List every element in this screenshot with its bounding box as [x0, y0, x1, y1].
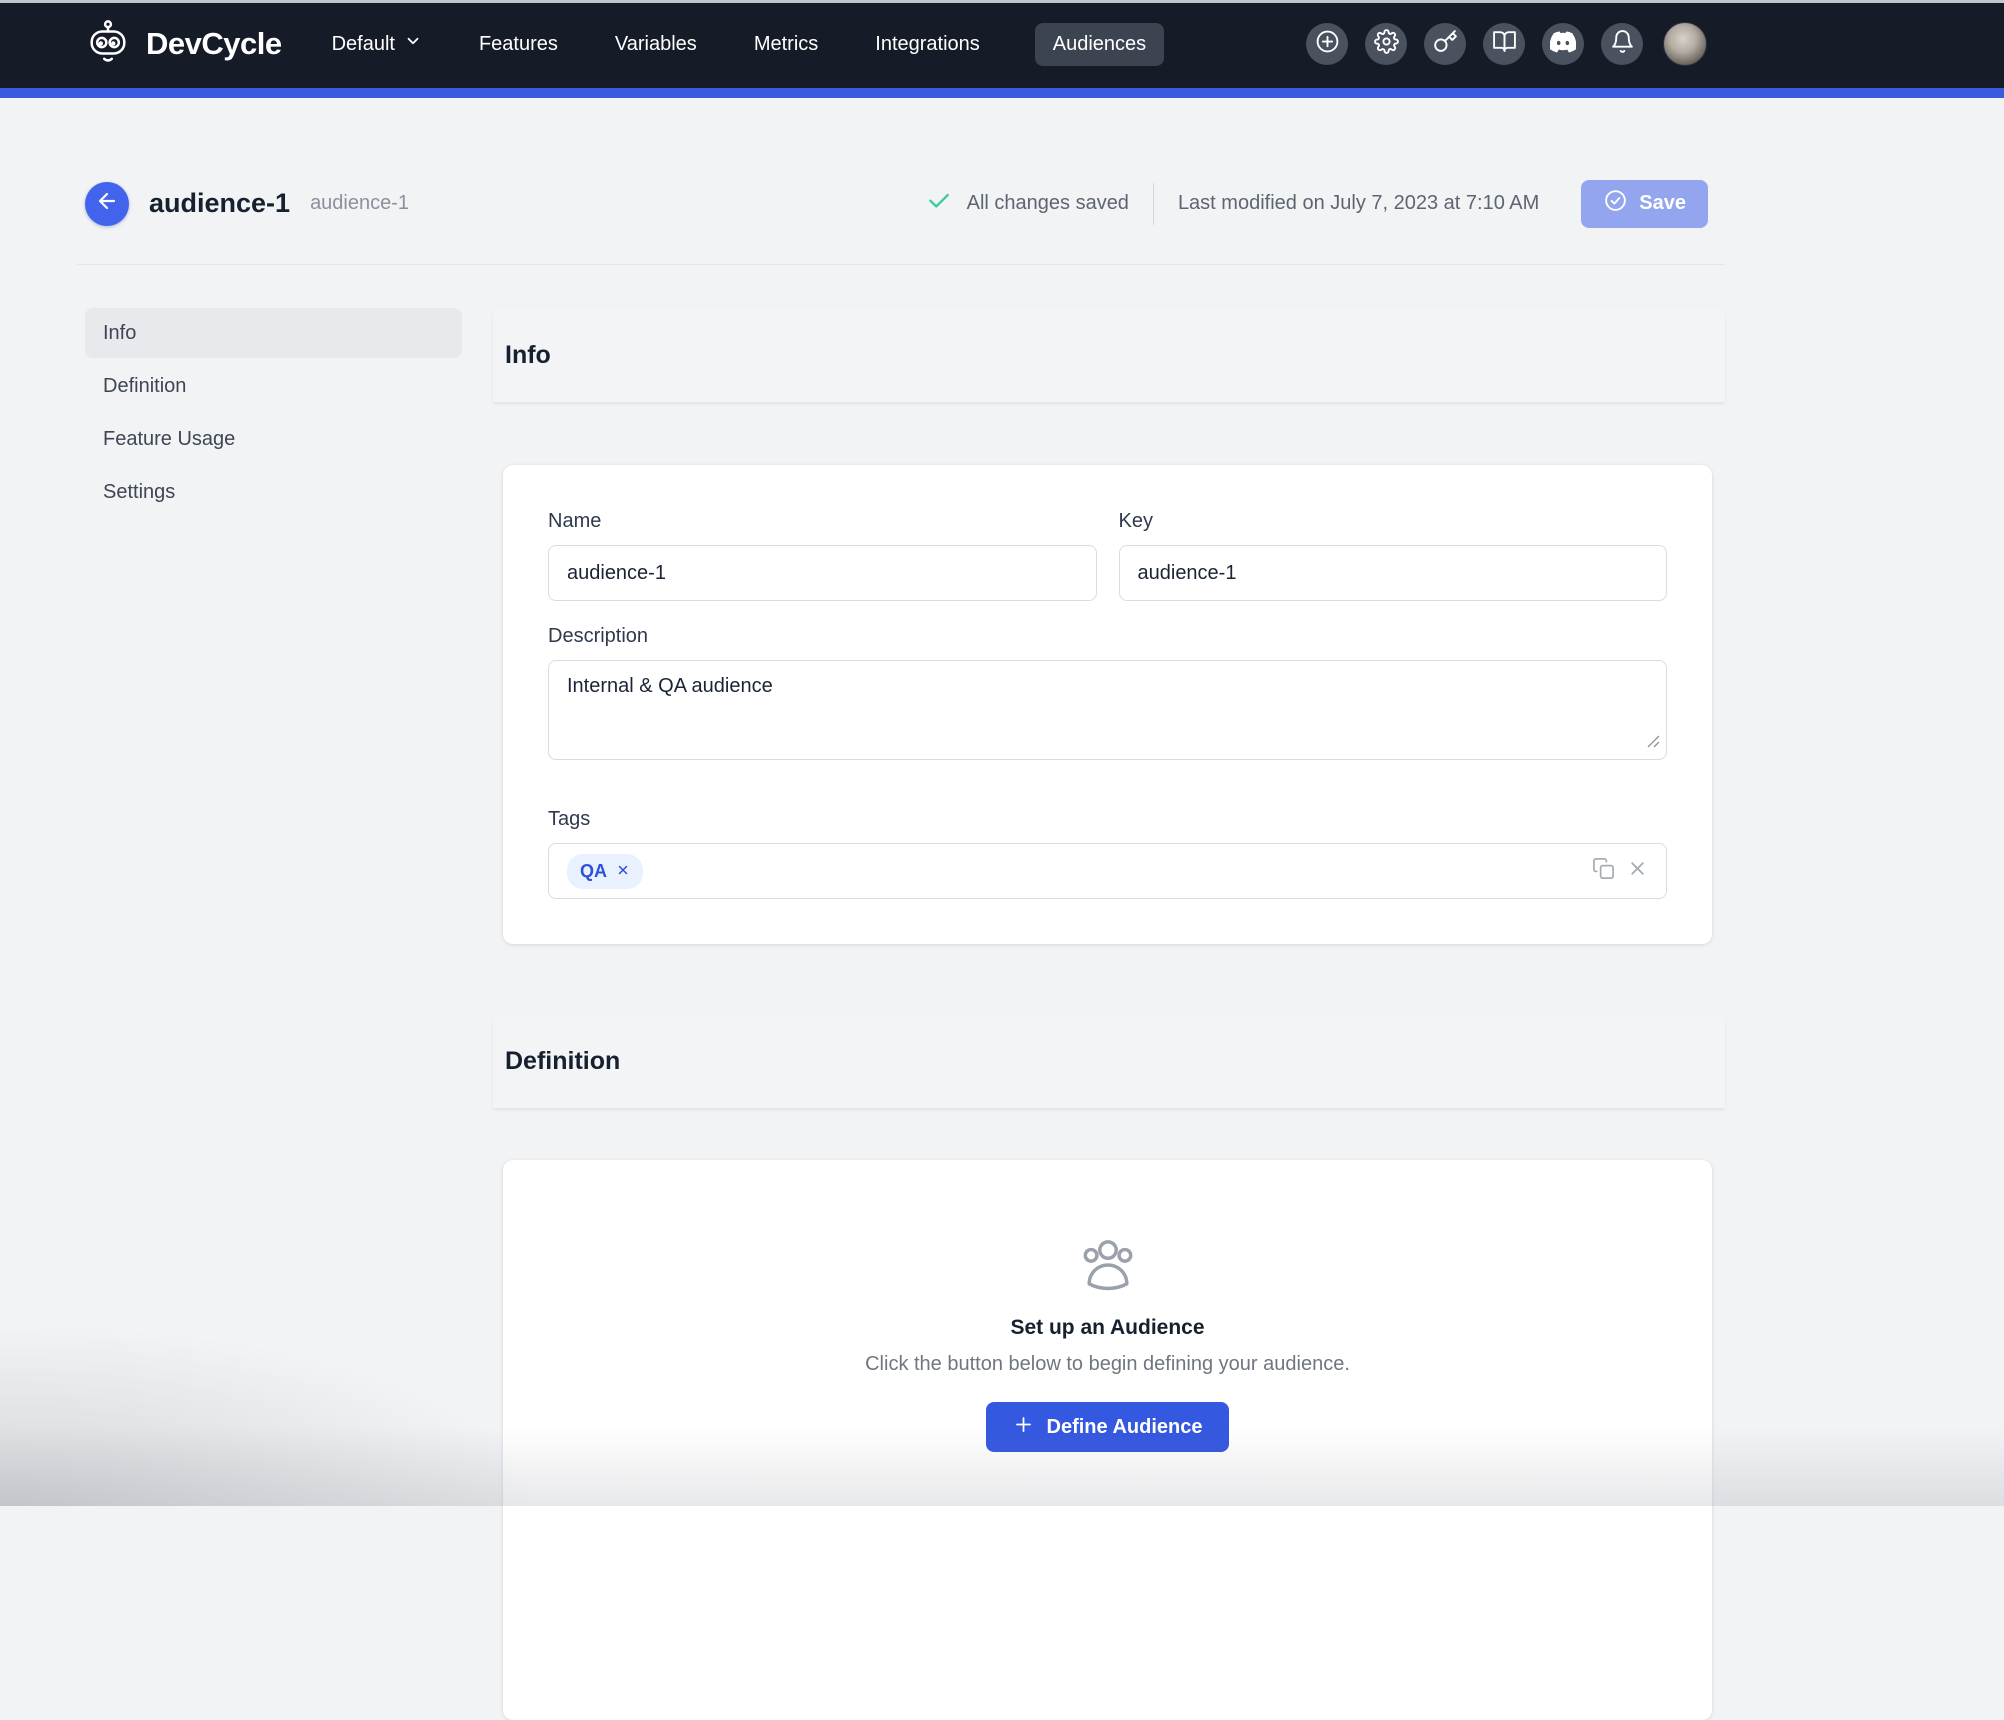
gear-icon	[1373, 29, 1399, 59]
definition-section-header: Definition	[493, 1014, 1725, 1108]
nav-item-integrations[interactable]: Integrations	[875, 33, 980, 56]
info-section-title: Info	[505, 340, 551, 369]
check-circle-icon	[1603, 188, 1628, 219]
nav-items: Default Features Variables Metrics Integ…	[332, 22, 1165, 66]
plus-circle-icon	[1315, 29, 1340, 59]
page-subtitle-key: audience-1	[310, 192, 410, 214]
info-card: Name Key Description Internal & QA audie…	[503, 465, 1712, 944]
discord-button[interactable]	[1542, 23, 1584, 65]
header-actions: All changes saved Last modified on July …	[926, 179, 1725, 228]
copy-icon[interactable]	[1592, 857, 1615, 885]
book-open-icon	[1492, 29, 1517, 59]
bottom-corner-shadow	[0, 1316, 560, 1506]
tags-field-group: Tags QA	[548, 808, 1667, 899]
main-content: Info Name Key Description Internal & QA …	[493, 308, 1725, 1720]
page-title: audience-1	[149, 188, 291, 218]
key-label: Key	[1118, 510, 1153, 532]
key-icon	[1433, 29, 1458, 59]
tags-input[interactable]: QA	[548, 843, 1667, 899]
page-header: audience-1 audience-1 All changes saved …	[77, 143, 1725, 265]
nav-item-project-selector[interactable]: Default	[332, 32, 422, 56]
clear-tags-icon[interactable]	[1627, 858, 1648, 884]
arrow-left-icon	[95, 189, 119, 218]
name-label: Name	[548, 510, 602, 532]
settings-button[interactable]	[1365, 23, 1407, 65]
nav-icon-group	[1306, 22, 1707, 66]
description-field-group: Description Internal & QA audience	[548, 625, 1667, 760]
info-section: Info Name Key Description Internal & QA …	[493, 308, 1725, 944]
discord-icon	[1549, 29, 1577, 60]
name-field-group: Name	[548, 510, 1097, 601]
definition-section-title: Definition	[505, 1046, 621, 1075]
api-keys-button[interactable]	[1424, 23, 1466, 65]
check-icon	[926, 188, 952, 220]
tags-label: Tags	[548, 808, 591, 830]
audience-empty-state: Set up an Audience Click the button belo…	[548, 1237, 1667, 1452]
description-label: Description	[548, 625, 649, 647]
nav-item-features[interactable]: Features	[479, 33, 558, 56]
top-navbar: DevCycle Default Features Variables Metr…	[0, 0, 2004, 88]
last-modified-text: Last modified on July 7, 2023 at 7:10 AM	[1177, 192, 1540, 214]
user-avatar[interactable]	[1663, 22, 1707, 66]
accent-strip	[0, 88, 2004, 98]
definition-section: Definition Set up an Audience Click the …	[493, 1014, 1725, 1720]
docs-button[interactable]	[1483, 23, 1525, 65]
create-button[interactable]	[1306, 23, 1348, 65]
resize-handle-icon[interactable]	[1645, 733, 1660, 753]
define-audience-button[interactable]: Define Audience	[985, 1402, 1230, 1452]
tab-settings[interactable]: Settings	[85, 467, 462, 517]
empty-state-subtitle: Click the button below to begin defining…	[865, 1353, 1350, 1375]
key-field-group: Key	[1118, 510, 1667, 601]
nav-item-variables[interactable]: Variables	[615, 33, 697, 56]
saved-status: All changes saved	[926, 188, 1129, 220]
bell-icon	[1610, 29, 1635, 59]
notifications-button[interactable]	[1601, 23, 1643, 65]
tag-remove-icon[interactable]	[616, 861, 630, 882]
tab-feature-usage[interactable]: Feature Usage	[85, 414, 462, 464]
definition-card: Set up an Audience Click the button belo…	[503, 1160, 1712, 1720]
tag-chip-label: QA	[580, 860, 607, 881]
info-section-header: Info	[493, 308, 1725, 402]
empty-state-title: Set up an Audience	[1010, 1316, 1205, 1339]
back-button[interactable]	[85, 181, 129, 226]
tab-info[interactable]: Info	[85, 308, 462, 358]
devcycle-robot-icon	[85, 19, 131, 70]
plus-icon	[1013, 1414, 1034, 1441]
saved-status-text: All changes saved	[966, 192, 1129, 214]
brand-name: DevCycle	[146, 26, 282, 61]
audience-people-icon	[1077, 1237, 1139, 1298]
tab-definition[interactable]: Definition	[85, 361, 462, 411]
chevron-down-icon	[404, 32, 422, 56]
description-textarea[interactable]: Internal & QA audience	[548, 660, 1667, 760]
nav-item-audiences[interactable]: Audiences	[1034, 22, 1165, 66]
window-top-edge	[0, 0, 2004, 3]
tag-chip: QA	[567, 853, 643, 889]
nav-item-metrics[interactable]: Metrics	[754, 33, 818, 56]
save-button[interactable]: Save	[1581, 179, 1708, 228]
header-divider	[1152, 182, 1154, 225]
brand-logo[interactable]: DevCycle	[85, 19, 282, 70]
name-input[interactable]	[548, 545, 1097, 601]
key-input[interactable]	[1118, 545, 1667, 601]
tags-actions	[1592, 857, 1648, 885]
section-tabs: Info Definition Feature Usage Settings	[85, 308, 462, 517]
